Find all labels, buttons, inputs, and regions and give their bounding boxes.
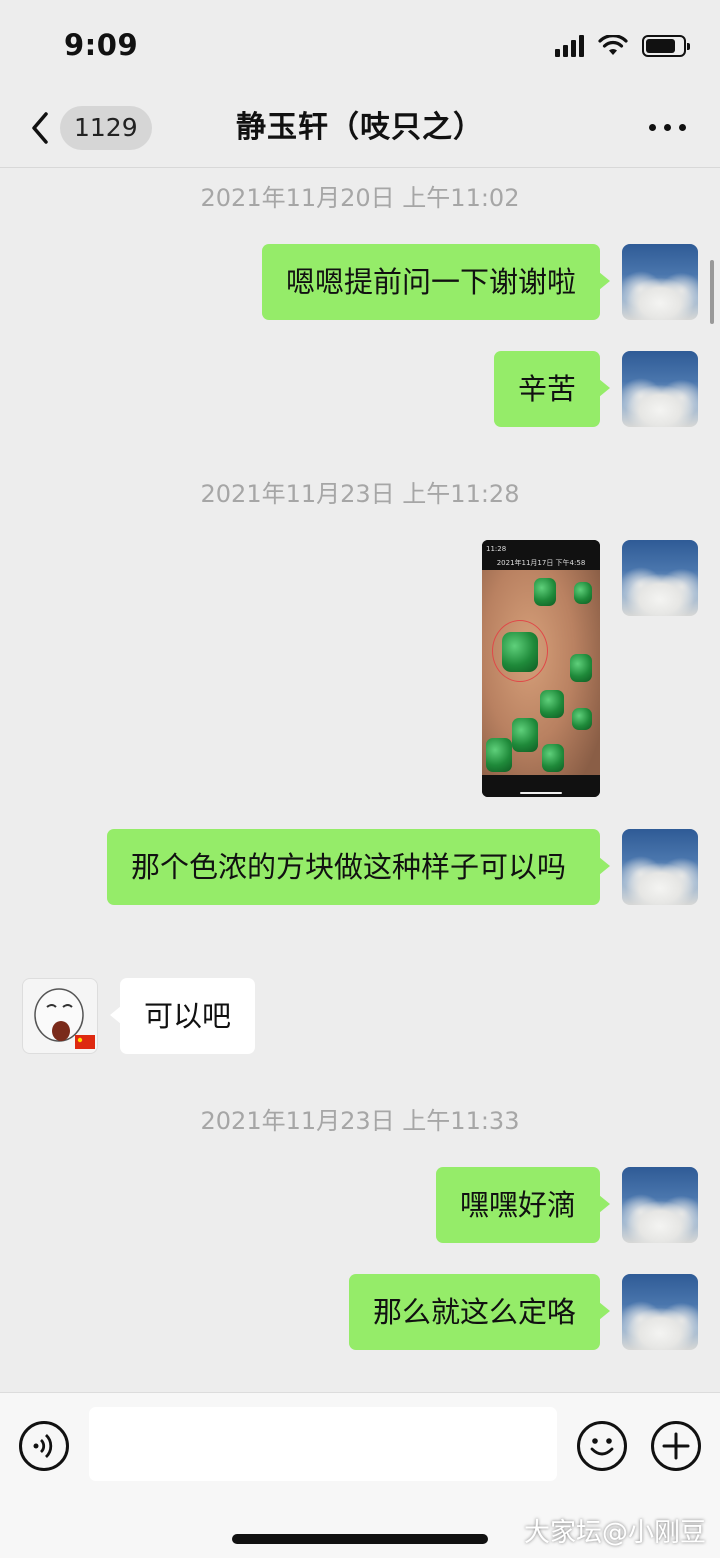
my-avatar[interactable] bbox=[622, 351, 698, 427]
image-time: 11:28 bbox=[486, 545, 507, 553]
image-header: 11:28 2021年11月17日 下午4:58 bbox=[482, 540, 600, 570]
scroll-indicator[interactable] bbox=[710, 260, 714, 324]
wifi-icon bbox=[598, 35, 628, 55]
incoming-message[interactable]: 可以吧 bbox=[109, 978, 256, 1054]
my-avatar[interactable] bbox=[622, 1274, 698, 1350]
message-timestamp: 2021年11月23日 上午11:33 bbox=[200, 1107, 520, 1135]
my-avatar[interactable] bbox=[622, 1167, 698, 1243]
status-time: 9:09 bbox=[64, 28, 139, 62]
chat-header: 1129 静玉轩（吱只之） bbox=[0, 92, 720, 168]
image-date: 2021年11月17日 下午4:58 bbox=[496, 559, 586, 567]
add-more-icon[interactable] bbox=[651, 1421, 701, 1471]
outgoing-message[interactable]: 那么就这么定咯 bbox=[348, 1274, 611, 1350]
image-footer bbox=[482, 775, 600, 797]
sticker-face-icon bbox=[34, 988, 95, 1049]
battery-icon bbox=[642, 35, 690, 57]
voice-input-icon[interactable] bbox=[19, 1421, 69, 1471]
jade-photo bbox=[482, 570, 600, 775]
message-input[interactable] bbox=[89, 1407, 557, 1481]
image-message[interactable]: 11:28 2021年11月17日 下午4:58 bbox=[482, 540, 600, 797]
more-options-icon[interactable] bbox=[649, 124, 686, 131]
contact-avatar[interactable] bbox=[22, 978, 98, 1054]
red-circle-mark bbox=[492, 620, 548, 682]
cellular-signal-icon bbox=[555, 35, 584, 57]
outgoing-message[interactable]: 嗯嗯提前问一下谢谢啦 bbox=[261, 244, 611, 320]
outgoing-message[interactable]: 嘿嘿好滴 bbox=[435, 1167, 611, 1243]
message-timestamp: 2021年11月23日 上午11:28 bbox=[200, 480, 520, 508]
my-avatar[interactable] bbox=[622, 829, 698, 905]
my-avatar[interactable] bbox=[622, 540, 698, 616]
my-avatar[interactable] bbox=[622, 244, 698, 320]
emoji-icon[interactable] bbox=[577, 1421, 627, 1471]
watermark: 大家坛@小刚豆 bbox=[523, 1518, 706, 1548]
message-timestamp: 2021年11月20日 上午11:02 bbox=[200, 184, 520, 212]
outgoing-message[interactable]: 辛苦 bbox=[493, 351, 611, 427]
outgoing-message[interactable]: 那个色浓的方块做这种样子可以吗 bbox=[107, 829, 610, 905]
chat-title: 静玉轩（吱只之） bbox=[236, 110, 484, 145]
status-icons bbox=[555, 32, 690, 60]
status-bar: 9:09 bbox=[0, 0, 720, 92]
home-indicator[interactable] bbox=[232, 1534, 488, 1544]
